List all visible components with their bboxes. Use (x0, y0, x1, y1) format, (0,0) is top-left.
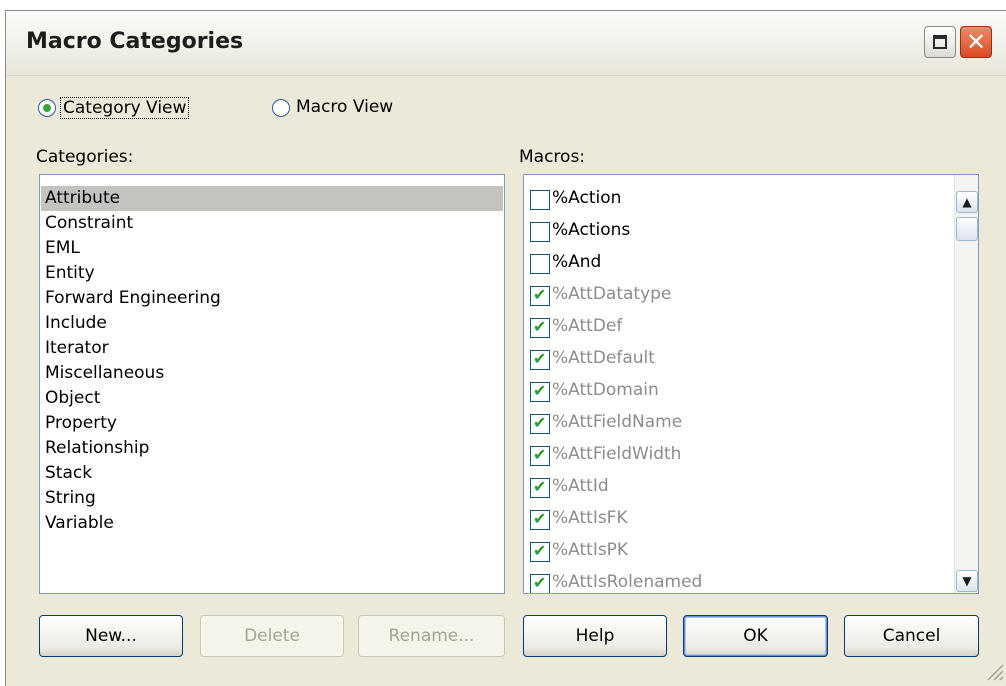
macro-item[interactable]: ✔ %AttDefault (530, 345, 950, 375)
macro-label: %AttFieldName (552, 412, 683, 432)
category-item[interactable]: Attribute (41, 186, 503, 211)
category-item[interactable]: Iterator (41, 336, 503, 361)
checkmark-icon: ✔ (533, 285, 547, 304)
macro-checkbox[interactable]: ✔ (530, 317, 550, 338)
category-item[interactable]: Property (41, 411, 503, 436)
category-item[interactable]: Relationship (41, 436, 503, 461)
maximize-icon (933, 35, 947, 49)
macro-item[interactable]: %And (530, 249, 950, 279)
macro-item[interactable]: ✔ %AttId (530, 473, 950, 503)
radio-macro-view-label: Macro View (296, 97, 394, 117)
checkmark-icon: ✔ (533, 349, 547, 368)
macros-list[interactable]: %Action %Actions %And ✔ %AttDatatype ✔ %… (523, 174, 979, 594)
radio-selected-dot (43, 104, 51, 112)
close-icon: ✕ (965, 28, 987, 56)
checkmark-icon: ✔ (533, 413, 547, 432)
macro-label: %AttIsPK (552, 540, 629, 560)
radio-category-view-label: Category View (60, 97, 190, 119)
macro-checkbox[interactable] (530, 190, 550, 210)
scroll-thumb[interactable] (956, 217, 978, 241)
scroll-down-button[interactable]: ▼ (956, 570, 978, 592)
macro-label: %AttIsRolenamed (552, 572, 703, 592)
macro-item[interactable]: ✔ %AttDatatype (530, 281, 950, 311)
macro-item[interactable]: ✔ %AttFieldWidth (530, 441, 950, 471)
macro-label: %Actions (552, 220, 631, 240)
macro-checkbox[interactable]: ✔ (530, 509, 550, 530)
macro-checkbox[interactable]: ✔ (530, 445, 550, 466)
chevron-down-icon: ▼ (962, 574, 972, 588)
macro-checkbox[interactable]: ✔ (530, 573, 550, 593)
category-item[interactable]: Variable (41, 511, 503, 536)
new-button[interactable]: New... (39, 615, 183, 657)
macro-item[interactable]: ✔ %AttIsPK (530, 537, 950, 567)
macro-label: %AttDef (552, 316, 623, 336)
category-item[interactable]: Stack (41, 461, 503, 486)
category-item[interactable]: Forward Engineering (41, 286, 503, 311)
macro-item[interactable]: ✔ %AttDef (530, 313, 950, 343)
category-item[interactable]: Object (41, 386, 503, 411)
macros-label: Macros: (519, 147, 586, 167)
delete-button[interactable]: Delete (200, 615, 344, 657)
checkmark-icon: ✔ (533, 445, 547, 464)
macro-item[interactable]: ✔ %AttFieldName (530, 409, 950, 439)
macro-label: %And (552, 252, 602, 272)
macro-label: %AttIsFK (552, 508, 628, 528)
checkmark-icon: ✔ (533, 573, 547, 592)
categories-label: Categories: (36, 147, 134, 167)
chevron-up-icon: ▲ (962, 195, 972, 209)
checkmark-icon: ✔ (533, 317, 547, 336)
checkmark-icon: ✔ (533, 541, 547, 560)
title-bar[interactable]: Macro Categories ✕ (6, 11, 1006, 76)
scroll-up-button[interactable]: ▲ (956, 191, 978, 213)
maximize-button[interactable] (924, 26, 956, 58)
checkmark-icon: ✔ (533, 509, 547, 528)
close-button[interactable]: ✕ (960, 26, 992, 58)
macro-checkbox[interactable] (530, 254, 550, 274)
macro-checkbox[interactable]: ✔ (530, 413, 550, 434)
macro-label: %Action (552, 188, 622, 208)
macro-categories-dialog: Macro Categories ✕ Category View Macro V… (5, 10, 1006, 686)
checkmark-icon: ✔ (533, 477, 547, 496)
macro-label: %AttDatatype (552, 284, 672, 304)
macro-item[interactable]: %Action (530, 185, 950, 215)
category-item[interactable]: Entity (41, 261, 503, 286)
macros-scrollbar[interactable]: ▲ ▼ (954, 175, 978, 593)
category-item[interactable]: Include (41, 311, 503, 336)
ok-button[interactable]: OK (683, 615, 828, 657)
category-item[interactable]: Miscellaneous (41, 361, 503, 386)
macro-checkbox[interactable]: ✔ (530, 477, 550, 498)
rename-button[interactable]: Rename... (358, 615, 505, 657)
checkmark-icon: ✔ (533, 381, 547, 400)
window-title: Macro Categories (26, 29, 244, 54)
macro-label: %AttDomain (552, 380, 659, 400)
macro-checkbox[interactable] (530, 222, 550, 242)
radio-icon (272, 99, 290, 117)
macro-item[interactable]: ✔ %AttDomain (530, 377, 950, 407)
macro-item[interactable]: %Actions (530, 217, 950, 247)
macro-item[interactable]: ✔ %AttIsRolenamed (530, 569, 950, 593)
category-item[interactable]: Constraint (41, 211, 503, 236)
macro-item[interactable]: ✔ %AttIsFK (530, 505, 950, 535)
radio-icon (38, 99, 56, 117)
macro-checkbox[interactable]: ✔ (530, 381, 550, 402)
resize-grip-icon[interactable] (984, 661, 1004, 681)
help-button[interactable]: Help (523, 615, 667, 657)
macro-checkbox[interactable]: ✔ (530, 349, 550, 370)
cancel-button[interactable]: Cancel (844, 615, 979, 657)
category-item[interactable]: String (41, 486, 503, 511)
macro-checkbox[interactable]: ✔ (530, 285, 550, 306)
category-item[interactable]: EML (41, 236, 503, 261)
macro-label: %AttDefault (552, 348, 655, 368)
categories-list[interactable]: Attribute Constraint EML Entity Forward … (39, 174, 505, 594)
macro-label: %AttId (552, 476, 609, 496)
macro-label: %AttFieldWidth (552, 444, 682, 464)
macro-checkbox[interactable]: ✔ (530, 541, 550, 562)
